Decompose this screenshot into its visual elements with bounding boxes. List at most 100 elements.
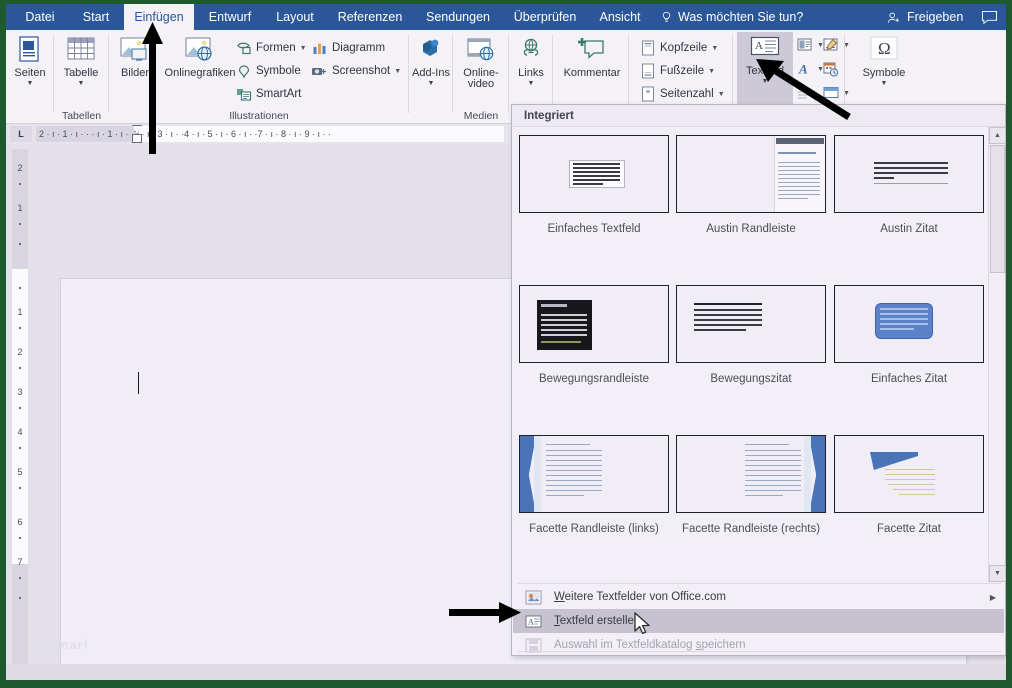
chevron-down-icon[interactable]: ▼ xyxy=(711,45,718,52)
menu-item-textfeld-erstellen[interactable]: A Textfeld erstellen xyxy=(513,609,1004,633)
smartart-button[interactable]: SmartArt xyxy=(235,84,301,104)
initiale-button[interactable] xyxy=(795,84,814,102)
symbole-big-button[interactable]: Ω Symbole ▼ xyxy=(857,34,911,104)
chevron-down-icon[interactable]: ▼ xyxy=(708,68,715,75)
screenshot-button[interactable]: Screenshot ▼ xyxy=(311,61,401,81)
chart-icon xyxy=(311,40,328,56)
chevron-down-icon[interactable]: ▼ xyxy=(27,80,34,88)
gallery-scrollbar[interactable]: ▲ ▼ xyxy=(988,127,1006,582)
scroll-up-button[interactable]: ▲ xyxy=(989,127,1006,144)
date-time-icon xyxy=(821,60,840,78)
chevron-down-icon[interactable]: ▼ xyxy=(78,80,85,88)
chevron-down-icon[interactable]: ▼ xyxy=(528,80,535,88)
ruler-ticks: 2 · ı · 1 · ı · · · ı · 1 · ı · ·2 · ı ·… xyxy=(39,129,332,139)
tab-referenzen[interactable]: Referenzen xyxy=(328,4,412,30)
share-button[interactable]: Freigeben xyxy=(886,4,963,30)
quick-parts-icon xyxy=(795,36,814,54)
kopfzeile-button[interactable]: Kopfzeile ▼ xyxy=(639,38,718,58)
comment-balloon-icon[interactable] xyxy=(981,4,998,30)
gallery-item-caption: Einfaches Zitat xyxy=(870,373,948,385)
tab-einfuegen[interactable]: Einfügen xyxy=(124,4,194,30)
seiten-button[interactable]: Seiten ▼ xyxy=(6,34,56,104)
seitenzahl-button[interactable]: Seitenzahl ▼ xyxy=(639,84,725,104)
signature-line-icon xyxy=(821,36,840,54)
menu-divider xyxy=(518,651,1001,652)
gallery-item-2[interactable]: Austin Zitat xyxy=(834,135,984,235)
tab-start[interactable]: Start xyxy=(70,4,122,30)
vruler-num: 1 xyxy=(17,203,23,213)
pages-icon xyxy=(13,34,47,66)
gallery-item-4[interactable]: Bewegungszitat xyxy=(676,285,826,385)
kommentar-button[interactable]: Kommentar xyxy=(561,34,623,104)
svg-text:Ω: Ω xyxy=(878,39,891,58)
diagramm-button[interactable]: Diagramm xyxy=(311,38,385,58)
formen-label: Formen xyxy=(256,42,296,54)
tab-ansicht[interactable]: Ansicht xyxy=(590,4,650,30)
bilder-button[interactable]: Bilder xyxy=(111,34,159,104)
tab-sendungen[interactable]: Sendungen xyxy=(416,4,500,30)
links-button[interactable]: Links ▼ xyxy=(505,34,557,104)
svg-text:A: A xyxy=(755,40,763,52)
text-cursor xyxy=(138,372,139,394)
textbox-gallery-dropdown[interactable]: Integriert Einfaches Textfeld Austin Ran… xyxy=(511,104,1006,656)
svg-text:A: A xyxy=(528,617,534,626)
vruler-num: 2 xyxy=(17,163,23,173)
gallery-item-7[interactable]: Facette Randleiste (rechts) xyxy=(676,435,826,535)
vruler-num: 6 xyxy=(17,517,23,527)
scroll-down-button[interactable]: ▼ xyxy=(989,565,1006,582)
chevron-down-icon[interactable]: ▼ xyxy=(718,91,725,98)
tab-ueberpruefen[interactable]: Überprüfen xyxy=(504,4,586,30)
datum-uhrzeit-button[interactable] xyxy=(821,60,840,78)
chevron-down-icon[interactable]: ▼ xyxy=(881,80,888,88)
picture-icon xyxy=(118,34,152,66)
textbox-icon: A xyxy=(748,32,782,64)
scrollbar-thumb[interactable] xyxy=(990,145,1005,273)
onlinegrafiken-button[interactable]: Onlinegrafiken xyxy=(161,34,239,104)
gallery-item-0[interactable]: Einfaches Textfeld xyxy=(519,135,669,235)
chevron-down-icon[interactable]: ▼ xyxy=(428,80,435,88)
wordart-button[interactable]: A ▼ xyxy=(795,60,824,78)
formen-button[interactable]: Formen ▼ xyxy=(235,38,307,58)
menu-item-weitere-textfelder[interactable]: Weitere Textfelder von Office.com ▶ xyxy=(513,585,1004,609)
gallery-item-caption: Bewegungsrandleiste xyxy=(539,373,649,385)
chevron-down-icon[interactable]: ▼ xyxy=(762,78,769,86)
footer-icon xyxy=(639,63,656,79)
gallery-item-3[interactable]: Bewegungsrandleiste xyxy=(519,285,669,385)
gallery-scroll-region[interactable]: Einfaches Textfeld Austin Randleiste Aus… xyxy=(512,127,988,582)
tab-layout[interactable]: Layout xyxy=(266,4,324,30)
gallery-item-6[interactable]: Facette Randleiste (links) xyxy=(519,435,669,535)
person-share-icon xyxy=(886,11,902,24)
onlinevideo-button[interactable]: Online-video xyxy=(455,34,507,104)
new-comment-icon xyxy=(575,34,609,66)
schnellbausteine-button[interactable]: ▼ xyxy=(795,36,824,54)
group-label-medien: Medien xyxy=(463,110,499,122)
status-strip xyxy=(6,664,1006,680)
tab-datei[interactable]: Datei xyxy=(14,4,66,30)
tabelle-button[interactable]: Tabelle ▼ xyxy=(55,34,107,104)
menu-item-auswahl-speichern: Auswahl im Textfeldkatalog speichern xyxy=(513,633,1004,657)
textfeld-button[interactable]: A Textfeld ▼ xyxy=(737,32,793,108)
link-icon xyxy=(514,34,548,66)
gallery-item-5[interactable]: Einfaches Zitat xyxy=(834,285,984,385)
plain-textbox-thumb xyxy=(519,135,669,213)
tab-stop-selector[interactable]: L xyxy=(10,126,32,142)
online-picture-icon xyxy=(183,34,217,66)
gallery-item-8[interactable]: Facette Zitat xyxy=(834,435,984,535)
gallery-item-caption: Bewegungszitat xyxy=(710,373,792,385)
addins-button[interactable]: Add-Ins ▼ xyxy=(405,34,457,104)
simple-quote-thumb xyxy=(834,285,984,363)
chevron-down-icon[interactable]: ▼ xyxy=(394,68,401,75)
left-indent-marker[interactable] xyxy=(132,134,142,143)
textfeld-label: Textfeld xyxy=(746,65,784,77)
ribbon-group-tabellen: Tabelle ▼ Tabellen xyxy=(54,30,109,124)
symbole-button[interactable]: Symbole xyxy=(235,61,301,81)
chevron-down-icon[interactable]: ▼ xyxy=(300,45,307,52)
tell-me-box[interactable]: Was möchten Sie tun? xyxy=(660,4,803,30)
vertical-ruler[interactable]: 2 1 1 2 3 4 5 6 7 xyxy=(12,149,28,669)
addins-icon xyxy=(414,34,448,66)
horizontal-ruler-track[interactable]: 2 · ı · 1 · ı · · · ı · 1 · ı · ·2 · ı ·… xyxy=(36,126,504,142)
addins-label: Add-Ins xyxy=(412,67,450,79)
fusszeile-button[interactable]: Fußzeile ▼ xyxy=(639,61,715,81)
gallery-item-1[interactable]: Austin Randleiste xyxy=(676,135,826,235)
tab-entwurf[interactable]: Entwurf xyxy=(198,4,262,30)
